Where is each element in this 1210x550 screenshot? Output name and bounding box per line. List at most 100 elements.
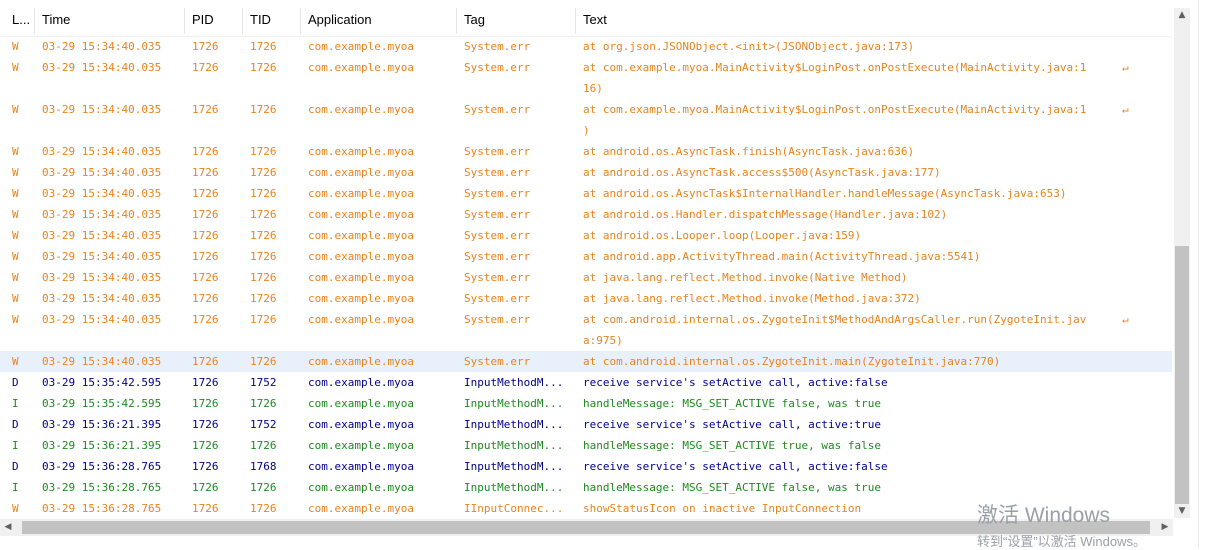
log-application-cell: com.example.myoa (308, 397, 414, 410)
log-tid-cell: 1726 (250, 250, 277, 263)
log-row[interactable]: W 03-29 15:34:40.035 1726 1726 com.example.m… (0, 309, 1172, 351)
column-header-pid[interactable]: PID (192, 12, 214, 27)
vertical-scrollbar[interactable]: ▲ ▼ (1174, 8, 1190, 518)
scroll-left-arrow-icon[interactable]: ◀ (0, 519, 16, 536)
column-divider[interactable] (300, 8, 301, 34)
log-text-cell: at com.example.myoa.MainActivity$LoginPo… (583, 61, 1087, 95)
log-pid-cell: 1726 (192, 40, 219, 53)
log-row[interactable]: W 03-29 15:34:40.035 1726 1726 com.example.m… (0, 36, 1172, 57)
log-tid-cell: 1752 (250, 376, 277, 389)
log-time-cell: 03-29 15:34:40.035 (42, 40, 162, 53)
log-text-cell: at java.lang.reflect.Method.invoke(Nativ… (583, 271, 908, 284)
log-text-cell: at android.os.AsyncTask.access$500(Async… (583, 166, 941, 179)
log-tag-cell: System.err (464, 355, 531, 368)
column-divider[interactable] (184, 8, 185, 34)
log-time-cell: 03-29 15:34:40.035 (42, 355, 162, 368)
log-row[interactable]: I 03-29 15:36:21.395 1726 1726 com.example.m… (0, 435, 1172, 456)
log-text-cell: at org.json.JSONObject.<init>(JSONObject… (583, 40, 915, 53)
scroll-down-arrow-icon[interactable]: ▼ (1174, 504, 1190, 518)
log-pid-cell: 1726 (192, 418, 219, 431)
log-application-cell: com.example.myoa (308, 313, 414, 326)
column-header-tid[interactable]: TID (250, 12, 271, 27)
log-level-cell: W (12, 40, 19, 53)
log-tag-cell: System.err (464, 61, 531, 74)
log-tid-cell: 1726 (250, 271, 277, 284)
vertical-scroll-thumb[interactable] (1175, 246, 1189, 504)
log-application-cell: com.example.myoa (308, 208, 414, 221)
log-row[interactable]: W 03-29 15:34:40.035 1726 1726 com.example.m… (0, 351, 1172, 372)
log-row[interactable]: I 03-29 15:36:28.765 1726 1726 com.example.m… (0, 477, 1172, 498)
log-application-cell: com.example.myoa (308, 250, 414, 263)
log-tid-cell: 1726 (250, 145, 277, 158)
log-tid-cell: 1726 (250, 397, 277, 410)
log-tid-cell: 1726 (250, 439, 277, 452)
log-application-cell: com.example.myoa (308, 103, 414, 116)
log-tid-cell: 1726 (250, 313, 277, 326)
log-level-cell: W (12, 229, 19, 242)
log-pid-cell: 1726 (192, 229, 219, 242)
log-tag-cell: System.err (464, 145, 531, 158)
horizontal-scrollbar[interactable]: ◀ ▶ (0, 519, 1173, 536)
log-tid-cell: 1768 (250, 460, 277, 473)
log-row[interactable]: W 03-29 15:34:40.035 1726 1726 com.example.m… (0, 57, 1172, 99)
log-row[interactable]: W 03-29 15:34:40.035 1726 1726 com.example.m… (0, 162, 1172, 183)
log-tid-cell: 1726 (250, 355, 277, 368)
log-tag-cell: System.err (464, 250, 531, 263)
scroll-up-arrow-icon[interactable]: ▲ (1174, 8, 1190, 22)
scroll-right-arrow-icon[interactable]: ▶ (1157, 519, 1173, 536)
log-application-cell: com.example.myoa (308, 418, 414, 431)
log-row[interactable]: D 03-29 15:35:42.595 1726 1752 com.example.m… (0, 372, 1172, 393)
log-tid-cell: 1726 (250, 481, 277, 494)
log-row[interactable]: W 03-29 15:34:40.035 1726 1726 com.example.m… (0, 99, 1172, 141)
log-time-cell: 03-29 15:36:28.765 (42, 502, 162, 515)
column-header-tag[interactable]: Tag (464, 12, 485, 27)
log-level-cell: W (12, 61, 19, 74)
log-row[interactable]: D 03-29 15:36:28.765 1726 1768 com.example.m… (0, 456, 1172, 477)
log-text-cell: at com.android.internal.os.ZygoteInit.ma… (583, 355, 1001, 368)
log-tid-cell: 1726 (250, 166, 277, 179)
column-header-level[interactable]: L... (12, 12, 30, 27)
log-row[interactable]: I 03-29 15:35:42.595 1726 1726 com.example.m… (0, 393, 1172, 414)
log-tid-cell: 1726 (250, 208, 277, 221)
column-divider[interactable] (34, 8, 35, 34)
log-tid-cell: 1726 (250, 61, 277, 74)
column-header-application[interactable]: Application (308, 12, 372, 27)
log-tag-cell: System.err (464, 271, 531, 284)
log-time-cell: 03-29 15:35:42.595 (42, 397, 162, 410)
log-tag-cell: IInputConnec... (464, 502, 564, 515)
line-wrap-icon: ↵ (1122, 313, 1129, 326)
log-level-cell: W (12, 355, 19, 368)
log-level-cell: I (12, 481, 19, 494)
column-divider[interactable] (575, 8, 576, 34)
log-time-cell: 03-29 15:34:40.035 (42, 313, 162, 326)
horizontal-scroll-thumb[interactable] (22, 521, 1150, 534)
log-row[interactable]: D 03-29 15:36:21.395 1726 1752 com.example.m… (0, 414, 1172, 435)
log-text-cell: at java.lang.reflect.Method.invoke(Metho… (583, 292, 921, 305)
log-application-cell: com.example.myoa (308, 271, 414, 284)
log-time-cell: 03-29 15:36:21.395 (42, 439, 162, 452)
log-level-cell: D (12, 418, 19, 431)
log-row[interactable]: W 03-29 15:34:40.035 1726 1726 com.example.m… (0, 204, 1172, 225)
log-level-cell: W (12, 250, 19, 263)
log-row[interactable]: W 03-29 15:34:40.035 1726 1726 com.example.m… (0, 225, 1172, 246)
log-text-cell: handleMessage: MSG_SET_ACTIVE false, was… (583, 481, 882, 494)
log-row[interactable]: W 03-29 15:34:40.035 1726 1726 com.example.m… (0, 288, 1172, 309)
log-row[interactable]: W 03-29 15:36:28.765 1726 1726 com.example.m… (0, 498, 1172, 519)
log-level-cell: W (12, 103, 19, 116)
log-row[interactable]: W 03-29 15:34:40.035 1726 1726 com.example.m… (0, 246, 1172, 267)
log-row[interactable]: W 03-29 15:34:40.035 1726 1726 com.example.m… (0, 141, 1172, 162)
log-level-cell: I (12, 397, 19, 410)
log-pid-cell: 1726 (192, 166, 219, 179)
log-table-header: L... Time PID TID Application Tag Text (0, 0, 1172, 37)
log-row[interactable]: W 03-29 15:34:40.035 1726 1726 com.example.m… (0, 267, 1172, 288)
log-pid-cell: 1726 (192, 502, 219, 515)
column-header-text[interactable]: Text (583, 12, 607, 27)
log-application-cell: com.example.myoa (308, 229, 414, 242)
column-divider[interactable] (242, 8, 243, 34)
column-divider[interactable] (456, 8, 457, 34)
log-time-cell: 03-29 15:36:21.395 (42, 418, 162, 431)
log-row[interactable]: W 03-29 15:34:40.035 1726 1726 com.example.m… (0, 183, 1172, 204)
log-text-cell: at android.os.Handler.dispatchMessage(Ha… (583, 208, 948, 221)
column-header-time[interactable]: Time (42, 12, 70, 27)
log-level-cell: D (12, 376, 19, 389)
